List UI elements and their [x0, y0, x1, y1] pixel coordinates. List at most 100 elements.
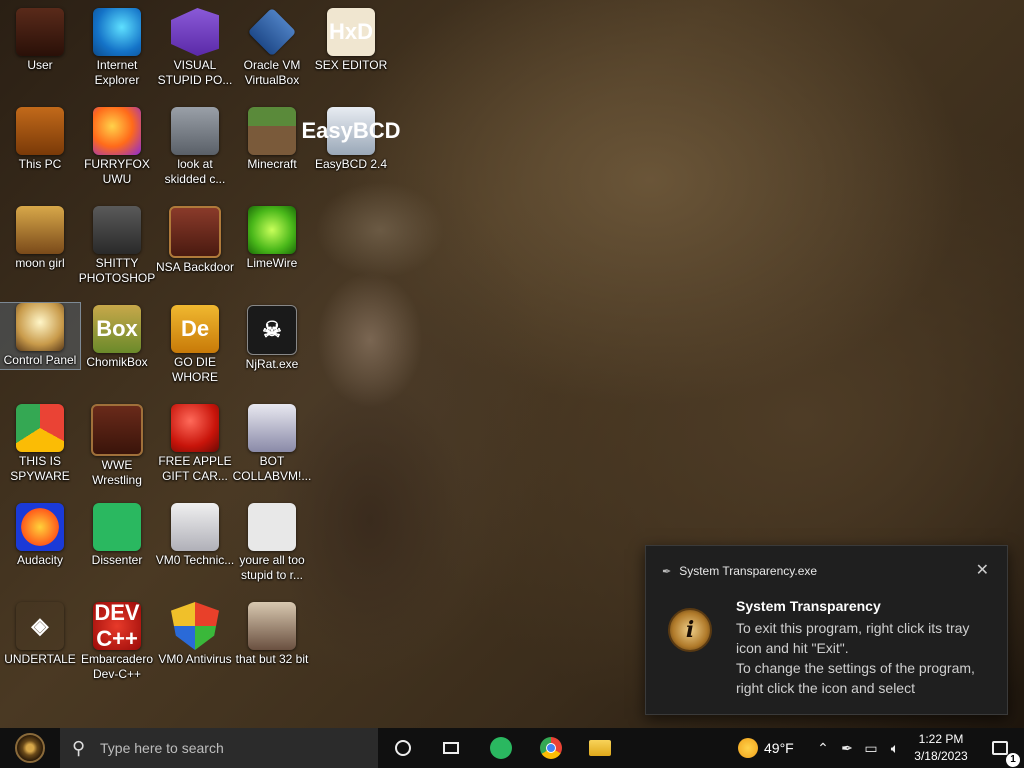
notification-count-badge: 1 [1006, 753, 1020, 767]
shield-icon [171, 602, 219, 650]
desktop-icon-bot-collabvm[interactable]: BOT COLLABVM!... [232, 404, 312, 484]
apple-icon [171, 404, 219, 452]
icon-label: THIS IS SPYWARE [10, 454, 70, 483]
search-icon: ⚲ [72, 737, 86, 758]
icon-label: FURRYFOX UWU [84, 157, 150, 186]
close-icon[interactable]: ✕ [976, 560, 989, 580]
edge-icon [93, 8, 141, 56]
desktop-icon-go-die[interactable]: De GO DIE WHORE [155, 305, 235, 385]
desktop-icon-control-panel[interactable]: Control Panel [0, 302, 81, 370]
user-folder-icon [16, 8, 64, 56]
tray-overflow-button[interactable]: ⌃ [812, 728, 834, 768]
chrome-icon [16, 404, 64, 452]
desktop-icon-firefox[interactable]: FURRYFOX UWU [77, 107, 157, 187]
desktop-icon-sex-editor[interactable]: HxD SEX EDITOR [311, 8, 391, 73]
icon-label: UNDERTALE [4, 652, 76, 666]
desktop-icon-this-is-spyware[interactable]: THIS IS SPYWARE [0, 404, 80, 484]
network-icon[interactable]: ▭ [860, 728, 882, 768]
folder-icon [16, 206, 64, 254]
desktop-icon-look-at-skidded[interactable]: look at skidded c... [155, 107, 235, 187]
icon-label: This PC [18, 157, 62, 171]
desktop-icon-dissenter[interactable]: Dissenter [77, 503, 157, 568]
desktop-icon-this-pc[interactable]: This PC [0, 107, 80, 172]
icon-label: that but 32 bit [235, 652, 309, 666]
desktop-icon-that-but-32-bit[interactable]: that but 32 bit [232, 602, 312, 667]
icon-label: Dissenter [91, 553, 143, 567]
desktop-icon-minecraft[interactable]: Minecraft [232, 107, 312, 172]
icon-label: BOT COLLABVM!... [232, 454, 312, 483]
notification-toast[interactable]: ✒ System Transparency.exe ✕ i System Tra… [645, 545, 1008, 715]
icon-label: GO DIE WHORE [172, 355, 218, 384]
visual-studio-icon [171, 8, 219, 56]
tray-pen-icon[interactable]: ✒ [836, 728, 858, 768]
icon-label: WWE Wrestling [92, 458, 142, 487]
notification-title: System Transparency [736, 598, 881, 614]
easybcd-icon: EasyBCD [301, 107, 401, 155]
portrait-icon [248, 602, 296, 650]
partly-sunny-icon [738, 738, 758, 758]
icon-label: SEX EDITOR [314, 58, 388, 72]
search-input[interactable] [98, 739, 362, 757]
task-view-button[interactable] [427, 728, 475, 768]
desktop-icon-limewire[interactable]: LimeWire [232, 206, 312, 271]
desktop-icon-youre-all-too-stupid[interactable]: youre all too stupid to r... [232, 503, 312, 583]
info-icon: i [668, 608, 712, 652]
chrome-icon [540, 737, 562, 759]
framed-folder-icon [91, 404, 143, 456]
desktop-icon-nsa-backdoor[interactable]: NSA Backdoor [155, 206, 235, 275]
desktop-icon-njrat[interactable]: ☠ NjRat.exe [232, 305, 312, 372]
desktop-icon-audacity[interactable]: Audacity [0, 503, 80, 568]
desktop-icon-undertale[interactable]: ◈ UNDERTALE [0, 602, 80, 667]
unity-icon: ◈ [16, 602, 64, 650]
virtualbox-icon [247, 7, 297, 57]
desktop-icon-vm0-antivirus[interactable]: VM0 Antivirus [155, 602, 235, 667]
framed-folder-icon [169, 206, 221, 258]
desktop-icon-vm0-technician[interactable]: VM0 Technic... [155, 503, 235, 568]
taskbar-dissenter[interactable] [477, 728, 525, 768]
desktop-icon-easybcd[interactable]: EasyBCD EasyBCD 2.4 [301, 107, 401, 172]
cortana-circle-icon [395, 740, 411, 756]
desktop-icon-user[interactable]: User [0, 8, 80, 73]
icon-label: ChomikBox [86, 355, 148, 369]
icon-label: EasyBCD 2.4 [314, 157, 388, 171]
icon-label: Embarcadero Dev-C++ [80, 652, 154, 681]
icon-label: Minecraft [247, 157, 297, 171]
chomikbox-icon: Box [93, 305, 141, 353]
notification-app-header: ✒ System Transparency.exe [662, 564, 817, 578]
icon-label: NSA Backdoor [155, 260, 235, 274]
desktop-icon-dev-cpp[interactable]: DEV C++ Embarcadero Dev-C++ [77, 600, 157, 682]
stacked-windows-icon [171, 107, 219, 155]
desktop-icon-virtualbox[interactable]: Oracle VM VirtualBox [232, 7, 312, 88]
desktop-icon-moon-girl[interactable]: moon girl [0, 206, 80, 271]
desktop-icon-shitty-photoshop[interactable]: SHITTY PHOTOSHOP [77, 206, 157, 286]
start-button[interactable] [0, 728, 60, 768]
icon-label: LimeWire [246, 256, 298, 270]
folder-icon [589, 740, 611, 756]
skull-icon: ☠ [247, 305, 297, 355]
weather-widget[interactable]: 49°F [738, 728, 794, 768]
desktop-icon-visual-studio[interactable]: VISUAL STUPID PO... [155, 8, 235, 88]
icon-label: youre all too stupid to r... [239, 553, 305, 582]
icon-label: Oracle VM VirtualBox [243, 58, 301, 87]
action-center-button[interactable]: 1 [980, 728, 1020, 768]
taskbar-chrome[interactable] [527, 728, 575, 768]
desktop-icon-wwe-wrestling[interactable]: WWE Wrestling [77, 404, 157, 488]
taskbar: ⚲ 49°F ⌃ ✒ ▭ 🔈︎ 1:22 PM 3/18/2023 1 [0, 728, 1024, 768]
taskbar-search-box[interactable]: ⚲ [60, 728, 378, 768]
volume-icon[interactable]: 🔈︎ [884, 728, 906, 768]
notification-body: To exit this program, right click its tr… [736, 618, 998, 698]
desktop-icon-internet-explorer[interactable]: Internet Explorer [77, 8, 157, 88]
taskbar-clock[interactable]: 1:22 PM 3/18/2023 [910, 731, 972, 765]
limewire-icon [248, 206, 296, 254]
desktop-icon-free-apple-gift[interactable]: FREE APPLE GIFT CAR... [155, 404, 235, 484]
minecraft-icon [248, 107, 296, 155]
firefox-icon [93, 107, 141, 155]
gimp-icon [93, 206, 141, 254]
cortana-button[interactable] [379, 728, 427, 768]
icon-label: User [27, 58, 53, 72]
icon-label: SHITTY PHOTOSHOP [78, 256, 156, 285]
notification-app-name: System Transparency.exe [679, 564, 818, 578]
desktop-icon-chomikbox[interactable]: Box ChomikBox [77, 305, 157, 370]
start-orb-icon [15, 733, 45, 763]
taskbar-file-explorer[interactable] [576, 728, 624, 768]
